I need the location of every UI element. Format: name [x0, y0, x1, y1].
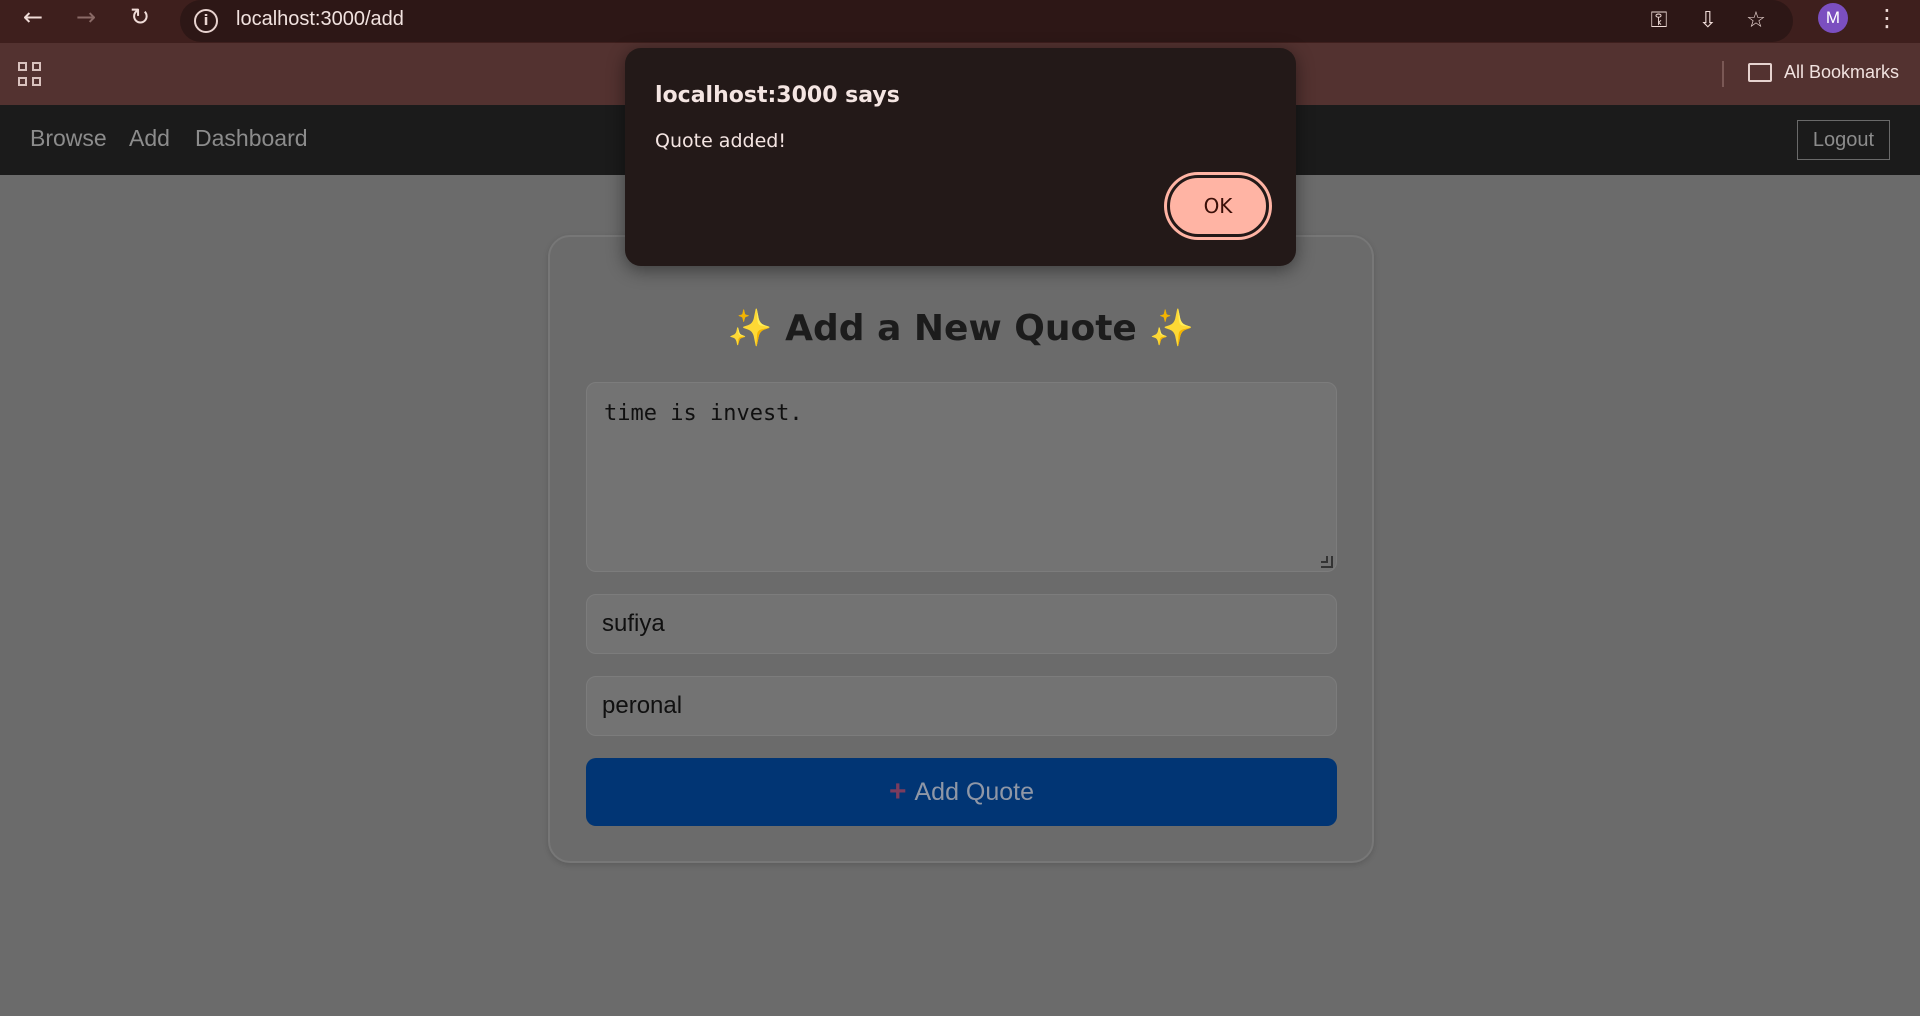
nav-add-link[interactable]: Add [129, 125, 170, 152]
plus-icon: + [888, 775, 907, 808]
sparkle-icon: ✨ [1149, 308, 1195, 349]
browser-toolbar: ← → ↻ i localhost:3000/add ⚿ ⇩ ☆ M ⋮ [0, 0, 1920, 43]
dialog-message: Quote added! [655, 130, 786, 152]
apps-grid-icon[interactable] [18, 62, 42, 86]
folder-icon[interactable] [1748, 63, 1772, 82]
resize-handle[interactable] [1321, 556, 1333, 568]
category-input[interactable]: peronal [586, 676, 1337, 736]
dialog-title: localhost:3000 says [655, 83, 900, 108]
forward-icon[interactable]: → [71, 2, 101, 32]
alert-dialog: localhost:3000 says Quote added! OK [625, 48, 1296, 266]
profile-avatar[interactable]: M [1818, 3, 1848, 33]
nav-browse-link[interactable]: Browse [30, 125, 107, 152]
address-url[interactable]: localhost:3000/add [236, 8, 404, 31]
address-bar[interactable]: i localhost:3000/add ⚿ ⇩ ☆ [180, 0, 1793, 42]
page-title-text: Add a New Quote [785, 308, 1137, 349]
sparkle-icon: ✨ [727, 308, 773, 349]
page-title: ✨ Add a New Quote ✨ [550, 307, 1372, 349]
add-quote-label: Add Quote [914, 777, 1035, 806]
add-quote-button[interactable]: + Add Quote [586, 758, 1337, 826]
bookmark-star-icon[interactable]: ☆ [1740, 4, 1772, 36]
logout-button[interactable]: Logout [1797, 120, 1890, 160]
password-key-icon[interactable]: ⚿ [1643, 4, 1675, 36]
reload-icon[interactable]: ↻ [125, 2, 155, 32]
browser-menu-icon[interactable]: ⋮ [1872, 2, 1902, 34]
site-info-icon[interactable]: i [194, 9, 218, 33]
nav-dashboard-link[interactable]: Dashboard [195, 125, 308, 152]
add-quote-card: ✨ Add a New Quote ✨ time is invest. sufi… [548, 235, 1374, 863]
quote-text-value: time is invest. [604, 401, 803, 426]
all-bookmarks-link[interactable]: All Bookmarks [1784, 62, 1899, 83]
install-app-icon[interactable]: ⇩ [1692, 4, 1724, 36]
bookmarks-divider [1722, 61, 1724, 87]
quote-textarea[interactable]: time is invest. [586, 382, 1337, 572]
ok-button[interactable]: OK [1167, 175, 1269, 237]
author-input[interactable]: sufiya [586, 594, 1337, 654]
back-icon[interactable]: ← [18, 2, 48, 32]
